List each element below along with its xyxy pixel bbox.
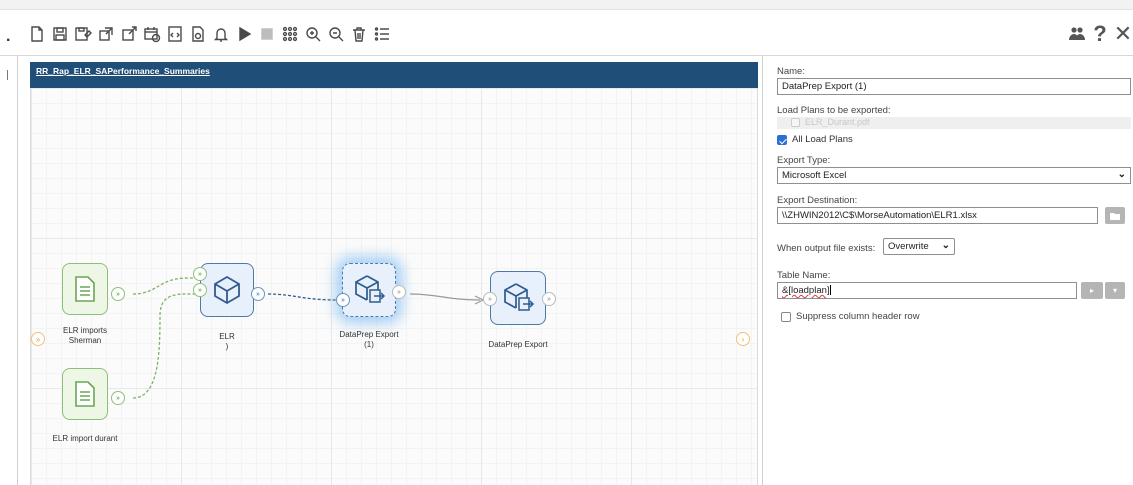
toolbar: . ? ✕ — [0, 12, 1133, 56]
node-label-line1: DataPrep Export — [339, 330, 399, 339]
close-icon[interactable]: ✕ — [1113, 21, 1133, 46]
all-load-plans-label: All Load Plans — [792, 134, 853, 145]
export-type-value: Microsoft Excel — [782, 170, 847, 181]
source-node-box[interactable] — [62, 263, 108, 315]
browse-folder-button[interactable] — [1105, 207, 1125, 224]
canvas-title[interactable]: RR_Rap_ELR_SAPerformance_Summaries — [30, 62, 758, 88]
zoom-in-icon[interactable] — [302, 23, 323, 45]
notification-bell-icon[interactable] — [210, 23, 231, 45]
table-name-value: &[loadplan] — [782, 285, 830, 296]
export-node-box[interactable] — [490, 271, 546, 325]
new-file-icon[interactable] — [26, 23, 47, 45]
table-name-field[interactable]: &[loadplan] — [777, 282, 1077, 299]
load-plan-checkbox[interactable] — [791, 118, 800, 127]
node-label-line1: ELR import durant — [52, 434, 118, 443]
chevron-down-icon: ⌄ — [1117, 169, 1126, 180]
folder-icon — [1110, 212, 1120, 220]
input-port[interactable]: » — [336, 293, 350, 307]
code-icon[interactable] — [164, 23, 185, 45]
edit-external-icon[interactable] — [118, 23, 139, 45]
chevron-down-icon: ⌄ — [941, 240, 950, 251]
scroll-right-arrow[interactable]: › — [736, 332, 750, 346]
help-icon[interactable]: ? — [1091, 21, 1109, 46]
table-name-run-button[interactable]: ▸ — [1081, 282, 1103, 299]
node-label-line1: ELR imports — [62, 326, 107, 335]
gutter-mark — [7, 70, 8, 80]
name-label: Name: — [777, 66, 805, 77]
name-field[interactable]: DataPrep Export (1) — [777, 78, 1131, 95]
export-destination-field[interactable]: \\ZHWIN2012\C$\MorseAutomation\ELR1.xlsx — [777, 207, 1098, 224]
node-label-line1: DataPrep Export — [488, 340, 548, 349]
toolbar-right: ? ✕ — [1066, 21, 1133, 46]
list-icon[interactable] — [371, 23, 392, 45]
save-icon[interactable] — [49, 23, 70, 45]
table-name-label: Table Name: — [777, 270, 831, 281]
export-node-box-selected[interactable] — [342, 263, 396, 317]
toolbar-edge-mark: . — [6, 28, 11, 45]
output-port[interactable]: » — [111, 287, 125, 301]
load-plan-list[interactable]: ELR_Durant.pdf — [777, 117, 1131, 129]
text-cursor — [829, 285, 831, 296]
scroll-left-arrow[interactable]: » — [31, 332, 45, 346]
transform-node-box[interactable] — [200, 263, 254, 317]
input-port[interactable]: » — [483, 292, 497, 306]
node-label-line2: (1) — [364, 340, 374, 349]
load-plans-label: Load Plans to be exported: — [777, 105, 891, 116]
input-port[interactable]: » — [193, 283, 207, 297]
open-external-icon[interactable] — [95, 23, 116, 45]
export-type-select[interactable]: Microsoft Excel ⌄ — [777, 167, 1131, 184]
export-cube-icon — [355, 275, 386, 303]
window-top-strip — [0, 0, 1133, 10]
zoom-out-icon[interactable] — [325, 23, 346, 45]
stop-icon[interactable] — [256, 23, 277, 45]
document-icon — [75, 276, 95, 302]
grid-dots-icon[interactable] — [279, 23, 300, 45]
schedule-icon[interactable] — [141, 23, 162, 45]
run-icon[interactable] — [233, 23, 254, 45]
export-destination-label: Export Destination: — [777, 195, 858, 206]
source-node-box[interactable] — [62, 368, 108, 420]
export-type-label: Export Type: — [777, 155, 831, 166]
toolbar-icons — [26, 23, 392, 45]
suppress-header-checkbox[interactable] — [781, 312, 791, 322]
export-cube-icon — [504, 283, 535, 311]
suppress-header-label: Suppress column header row — [796, 311, 920, 322]
save-as-icon[interactable] — [72, 23, 93, 45]
output-port[interactable]: » — [111, 391, 125, 405]
when-exists-value: Overwrite — [888, 241, 929, 252]
input-port[interactable]: » — [193, 267, 207, 281]
node-label-line1: ELR — [219, 332, 235, 341]
table-name-dropdown-button[interactable]: ▾ — [1105, 282, 1125, 299]
output-port[interactable]: » — [542, 292, 556, 306]
load-plan-item: ELR_Durant.pdf — [805, 117, 870, 127]
node-label-line2: Sherman — [68, 336, 102, 345]
output-port[interactable]: » — [392, 285, 406, 299]
delete-icon[interactable] — [348, 23, 369, 45]
when-exists-label: When output file exists: — [777, 243, 876, 254]
all-load-plans-checkbox[interactable] — [777, 135, 787, 145]
properties-panel: Name: DataPrep Export (1) Load Plans to … — [762, 56, 1133, 485]
workflow-canvas[interactable]: RR_Rap_ELR_SAPerformance_Summaries » ELR… — [18, 56, 762, 485]
settings-file-icon[interactable] — [187, 23, 208, 45]
node-label-line2: ) — [225, 342, 229, 351]
left-gutter — [0, 56, 18, 485]
cube-icon — [214, 275, 240, 305]
when-exists-select[interactable]: Overwrite ⌄ — [883, 238, 955, 255]
users-icon[interactable] — [1066, 23, 1087, 45]
document-icon — [75, 381, 95, 407]
output-port[interactable]: » — [251, 287, 265, 301]
